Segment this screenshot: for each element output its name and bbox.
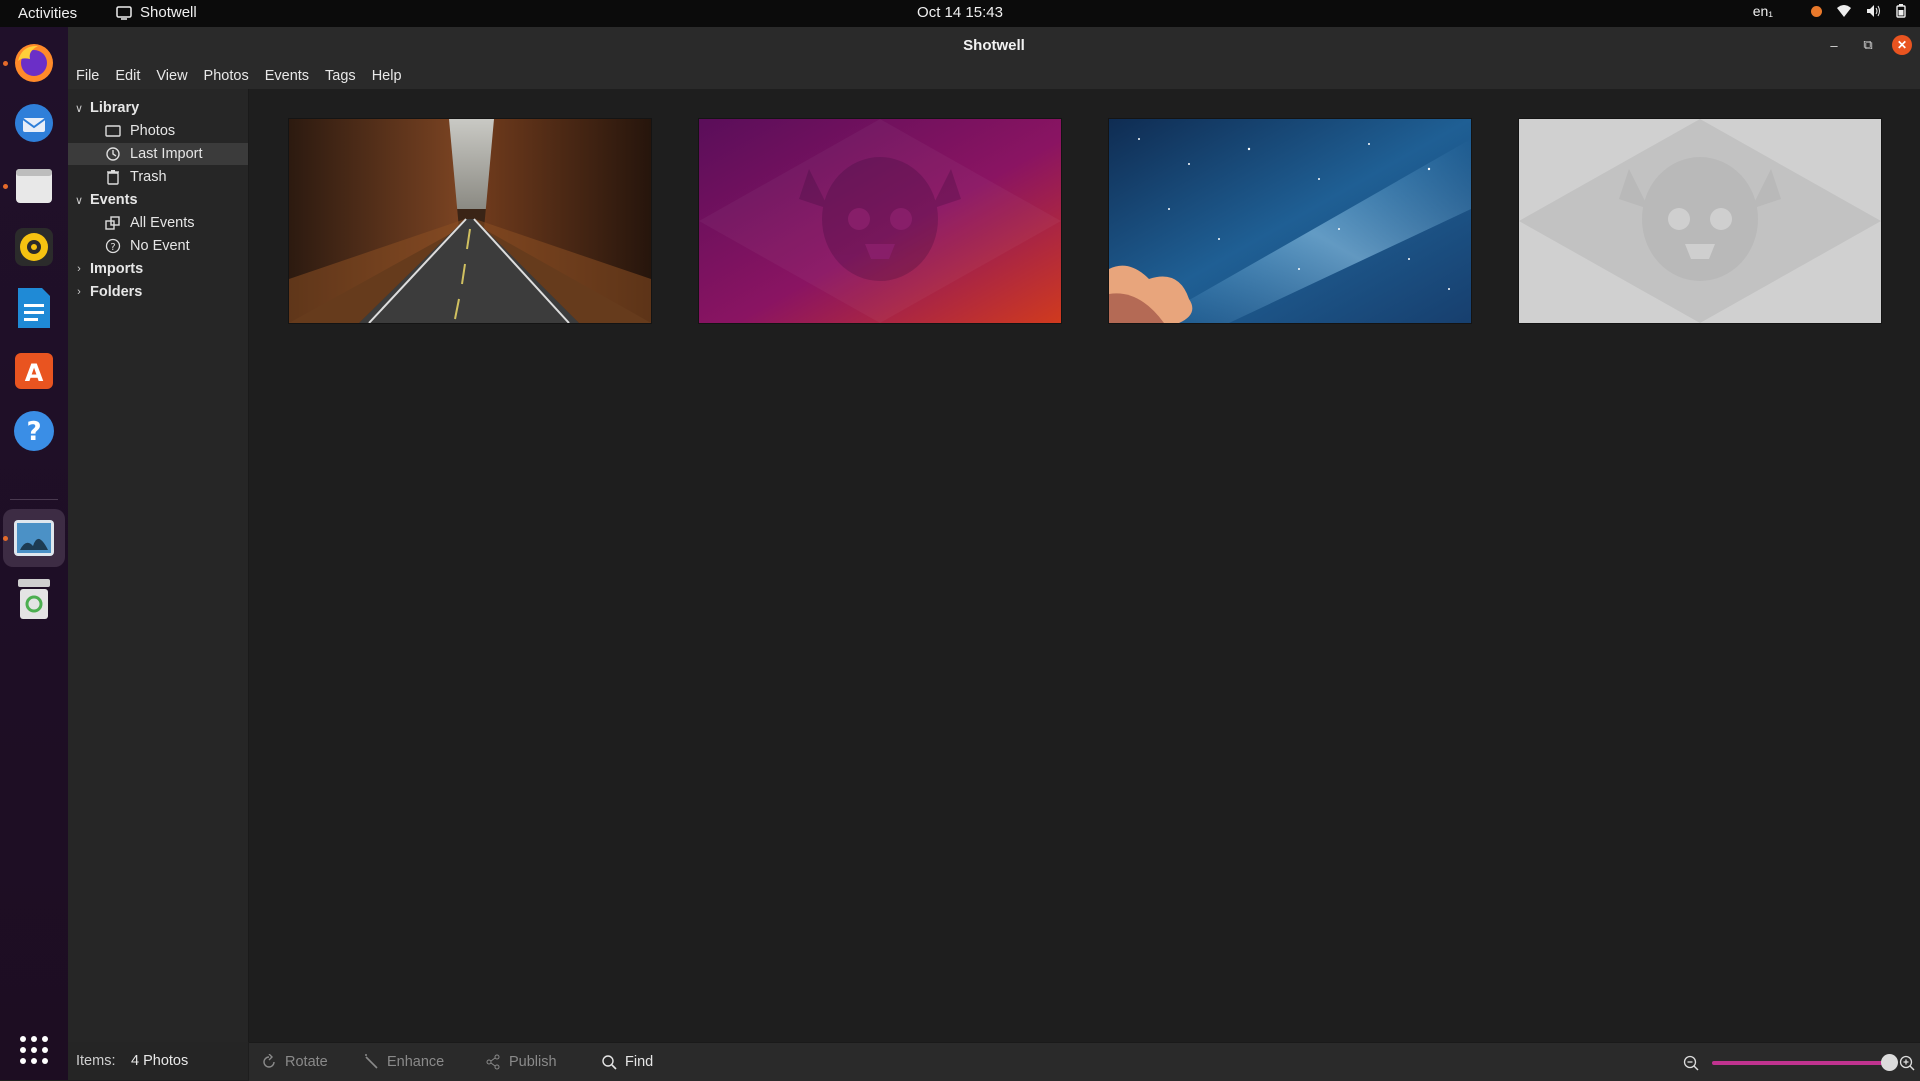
- rotate-icon: [263, 1054, 275, 1068]
- photos-icon: [104, 123, 122, 139]
- show-apps-icon[interactable]: [11, 1027, 57, 1073]
- sidebar-item-label: Library: [90, 100, 140, 116]
- input-language[interactable]: en₁: [1753, 3, 1773, 19]
- menu-edit[interactable]: Edit: [107, 63, 148, 89]
- minimize-button[interactable]: –: [1824, 35, 1844, 55]
- question-icon: ?: [104, 238, 122, 254]
- find-label: Find: [625, 1054, 654, 1070]
- chevron-down-icon[interactable]: ∨: [72, 194, 86, 207]
- bottom-toolbar: Rotate Enhance Publish Find: [249, 1042, 1920, 1081]
- window-title: Shotwell: [963, 37, 1025, 54]
- photo-grid: [249, 89, 1920, 1042]
- rhythmbox-icon[interactable]: [11, 224, 57, 270]
- photo-thumbnail-milky-way[interactable]: [1109, 119, 1471, 323]
- sidebar-item-label: Imports: [90, 261, 144, 277]
- sidebar-item-events[interactable]: ∨ Events: [68, 189, 248, 211]
- close-button[interactable]: ✕: [1892, 35, 1912, 55]
- running-indicator: [3, 536, 8, 541]
- trash-icon: [104, 169, 122, 185]
- publish-button[interactable]: Publish: [485, 1054, 557, 1070]
- sidebar-item-label: Events: [90, 192, 138, 208]
- sidebar-item-last-import[interactable]: Last Import: [68, 143, 248, 165]
- sidebar-item-no-event[interactable]: ? No Event: [68, 235, 248, 257]
- thunderbird-icon[interactable]: [11, 100, 57, 146]
- sidebar-item-label: Photos: [130, 123, 176, 139]
- shotwell-icon[interactable]: [11, 515, 57, 561]
- history-icon: [104, 146, 122, 162]
- items-count: Items: 4 Photos: [68, 1042, 248, 1080]
- zoom-slider-handle[interactable]: [1881, 1054, 1898, 1071]
- chevron-down-icon[interactable]: ∨: [72, 102, 86, 115]
- magic-wand-icon: [365, 1054, 378, 1069]
- sidebar-item-label: Folders: [90, 284, 143, 300]
- dock: A ?: [0, 27, 68, 1080]
- rotate-label: Rotate: [285, 1054, 328, 1070]
- sidebar-item-folders[interactable]: › Folders: [68, 281, 248, 303]
- sidebar-item-imports[interactable]: › Imports: [68, 258, 248, 280]
- maximize-button[interactable]: ⧉: [1858, 35, 1878, 55]
- notification-icon[interactable]: [1811, 5, 1822, 17]
- zoom-in-icon[interactable]: [1899, 1055, 1915, 1071]
- items-value: 4 Photos: [131, 1053, 189, 1069]
- share-icon: [486, 1054, 500, 1070]
- menu-view[interactable]: View: [148, 63, 195, 89]
- chevron-right-icon[interactable]: ›: [72, 263, 86, 275]
- zoom-slider[interactable]: [1712, 1061, 1890, 1065]
- top-bar: Activities Shotwell Oct 14 15:43 en₁: [0, 0, 1920, 27]
- photo-thumbnail-ubuntu-gray[interactable]: [1519, 119, 1881, 323]
- publish-label: Publish: [509, 1054, 557, 1070]
- firefox-icon[interactable]: [11, 40, 57, 86]
- running-indicator: [3, 184, 8, 189]
- app-center-icon[interactable]: A: [11, 347, 57, 393]
- menu-tags[interactable]: Tags: [317, 63, 364, 89]
- events-icon: [104, 215, 122, 231]
- sidebar-item-library[interactable]: ∨ Library: [68, 97, 248, 119]
- menu-events[interactable]: Events: [257, 63, 317, 89]
- trash-icon[interactable]: [11, 576, 57, 622]
- menu-bar: File Edit View Photos Events Tags Help: [68, 63, 1920, 89]
- enhance-button[interactable]: Enhance: [363, 1054, 444, 1070]
- svg-text:?: ?: [110, 242, 115, 253]
- clock[interactable]: Oct 14 15:43: [0, 4, 1920, 21]
- search-icon: [602, 1055, 617, 1070]
- items-label: Items:: [76, 1053, 116, 1069]
- dock-separator: [10, 499, 58, 500]
- rotate-button[interactable]: Rotate: [261, 1054, 328, 1070]
- battery-icon[interactable]: [1896, 4, 1906, 18]
- system-tray[interactable]: en₁: [1753, 3, 1906, 19]
- help-icon[interactable]: ?: [11, 408, 57, 454]
- menu-photos[interactable]: Photos: [196, 63, 257, 89]
- wifi-icon[interactable]: [1836, 4, 1852, 18]
- photo-thumbnail-ubuntu-purple[interactable]: [699, 119, 1061, 323]
- svg-text:A: A: [25, 359, 44, 387]
- sidebar: ∨ Library Photos Last Import Trash ∨ Eve…: [68, 89, 249, 1042]
- title-bar[interactable]: Shotwell – ⧉ ✕: [68, 27, 1920, 63]
- menu-file[interactable]: File: [68, 63, 107, 89]
- sidebar-item-label: Last Import: [130, 146, 203, 162]
- writer-icon[interactable]: [11, 285, 57, 331]
- sidebar-item-trash[interactable]: Trash: [68, 166, 248, 188]
- sidebar-item-label: No Event: [130, 238, 190, 254]
- svg-text:?: ?: [26, 417, 41, 447]
- running-indicator: [3, 61, 8, 66]
- volume-icon[interactable]: [1866, 4, 1882, 18]
- menu-help[interactable]: Help: [364, 63, 410, 89]
- sidebar-item-label: All Events: [130, 215, 195, 231]
- zoom-out-icon[interactable]: [1683, 1055, 1699, 1071]
- shotwell-window: Shotwell – ⧉ ✕ File Edit View Photos Eve…: [68, 27, 1920, 1081]
- enhance-label: Enhance: [387, 1054, 445, 1070]
- sidebar-item-photos[interactable]: Photos: [68, 120, 248, 142]
- sidebar-item-all-events[interactable]: All Events: [68, 212, 248, 234]
- files-icon[interactable]: [11, 163, 57, 209]
- photo-thumbnail-autumn-road[interactable]: [289, 119, 651, 323]
- find-button[interactable]: Find: [601, 1054, 653, 1070]
- chevron-right-icon[interactable]: ›: [72, 286, 86, 298]
- sidebar-item-label: Trash: [130, 169, 167, 185]
